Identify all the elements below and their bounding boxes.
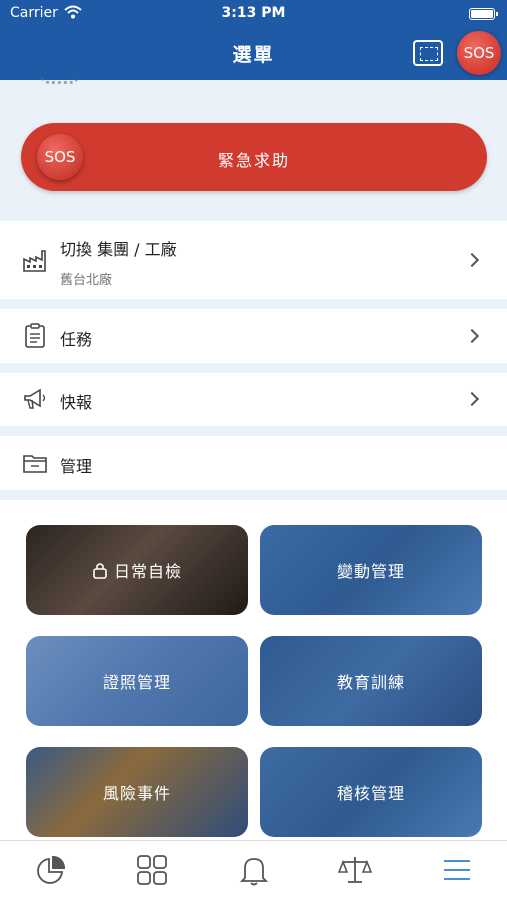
tile-education-training[interactable]: 教育訓練 <box>260 636 482 726</box>
sos-header-button[interactable]: SOS <box>457 31 501 75</box>
task-title: 任務 <box>60 330 93 349</box>
tile-label: 教育訓練 <box>336 673 405 692</box>
battery-icon <box>469 8 498 20</box>
current-factory-label: 舊台北廠 <box>60 273 113 288</box>
tile-audit-management[interactable]: 稽核管理 <box>260 747 482 837</box>
clipboard-icon <box>25 323 45 348</box>
scan-frame-icon[interactable] <box>413 40 443 66</box>
tile-label: 稽核管理 <box>336 784 405 803</box>
tile-label: 風險事件 <box>102 784 171 803</box>
status-bar: Carrier 3:13 PM <box>0 0 507 28</box>
tile-label: 證照管理 <box>102 673 171 692</box>
emergency-help-slider[interactable]: SOS 緊急求助 <box>21 123 487 191</box>
task-row[interactable]: 任務 <box>0 309 507 363</box>
news-title: 快報 <box>60 393 93 412</box>
tile-daily-inspection[interactable]: 日常自檢 <box>26 525 248 615</box>
manage-title: 管理 <box>60 457 93 476</box>
factory-icon <box>23 250 46 272</box>
scale-icon[interactable] <box>338 853 372 887</box>
tile-risk-events[interactable]: 風險事件 <box>26 747 248 837</box>
tile-change-management[interactable]: 變動管理 <box>260 525 482 615</box>
tab-bar <box>0 840 507 900</box>
switch-factory-title: 切換 集團 / 工廠 <box>60 240 177 259</box>
chevron-right-icon <box>464 328 480 344</box>
news-row[interactable]: 快報 <box>0 373 507 426</box>
switch-factory-row[interactable]: 切換 集團 / 工廠 舊台北廠 <box>0 221 507 299</box>
megaphone-icon <box>24 388 46 409</box>
tile-label: 日常自檢 <box>113 562 182 581</box>
clock: 3:13 PM <box>221 5 286 21</box>
emergency-help-label: 緊急求助 <box>217 151 290 170</box>
folder-icon <box>23 455 47 473</box>
tile-label: 變動管理 <box>336 562 405 581</box>
menu-icon[interactable] <box>440 853 474 887</box>
lock-icon <box>93 563 107 579</box>
grid-icon[interactable] <box>135 853 169 887</box>
tile-license-management[interactable]: 證照管理 <box>26 636 248 726</box>
manage-row[interactable]: 管理 <box>0 436 507 490</box>
chevron-right-icon <box>464 391 480 407</box>
pie-chart-icon[interactable] <box>34 853 68 887</box>
top-bar: Carrier 3:13 PM 選單 SOS <box>0 0 507 80</box>
chevron-right-icon <box>464 252 480 268</box>
decorative-fragment <box>40 72 80 84</box>
bell-icon[interactable] <box>237 853 271 887</box>
